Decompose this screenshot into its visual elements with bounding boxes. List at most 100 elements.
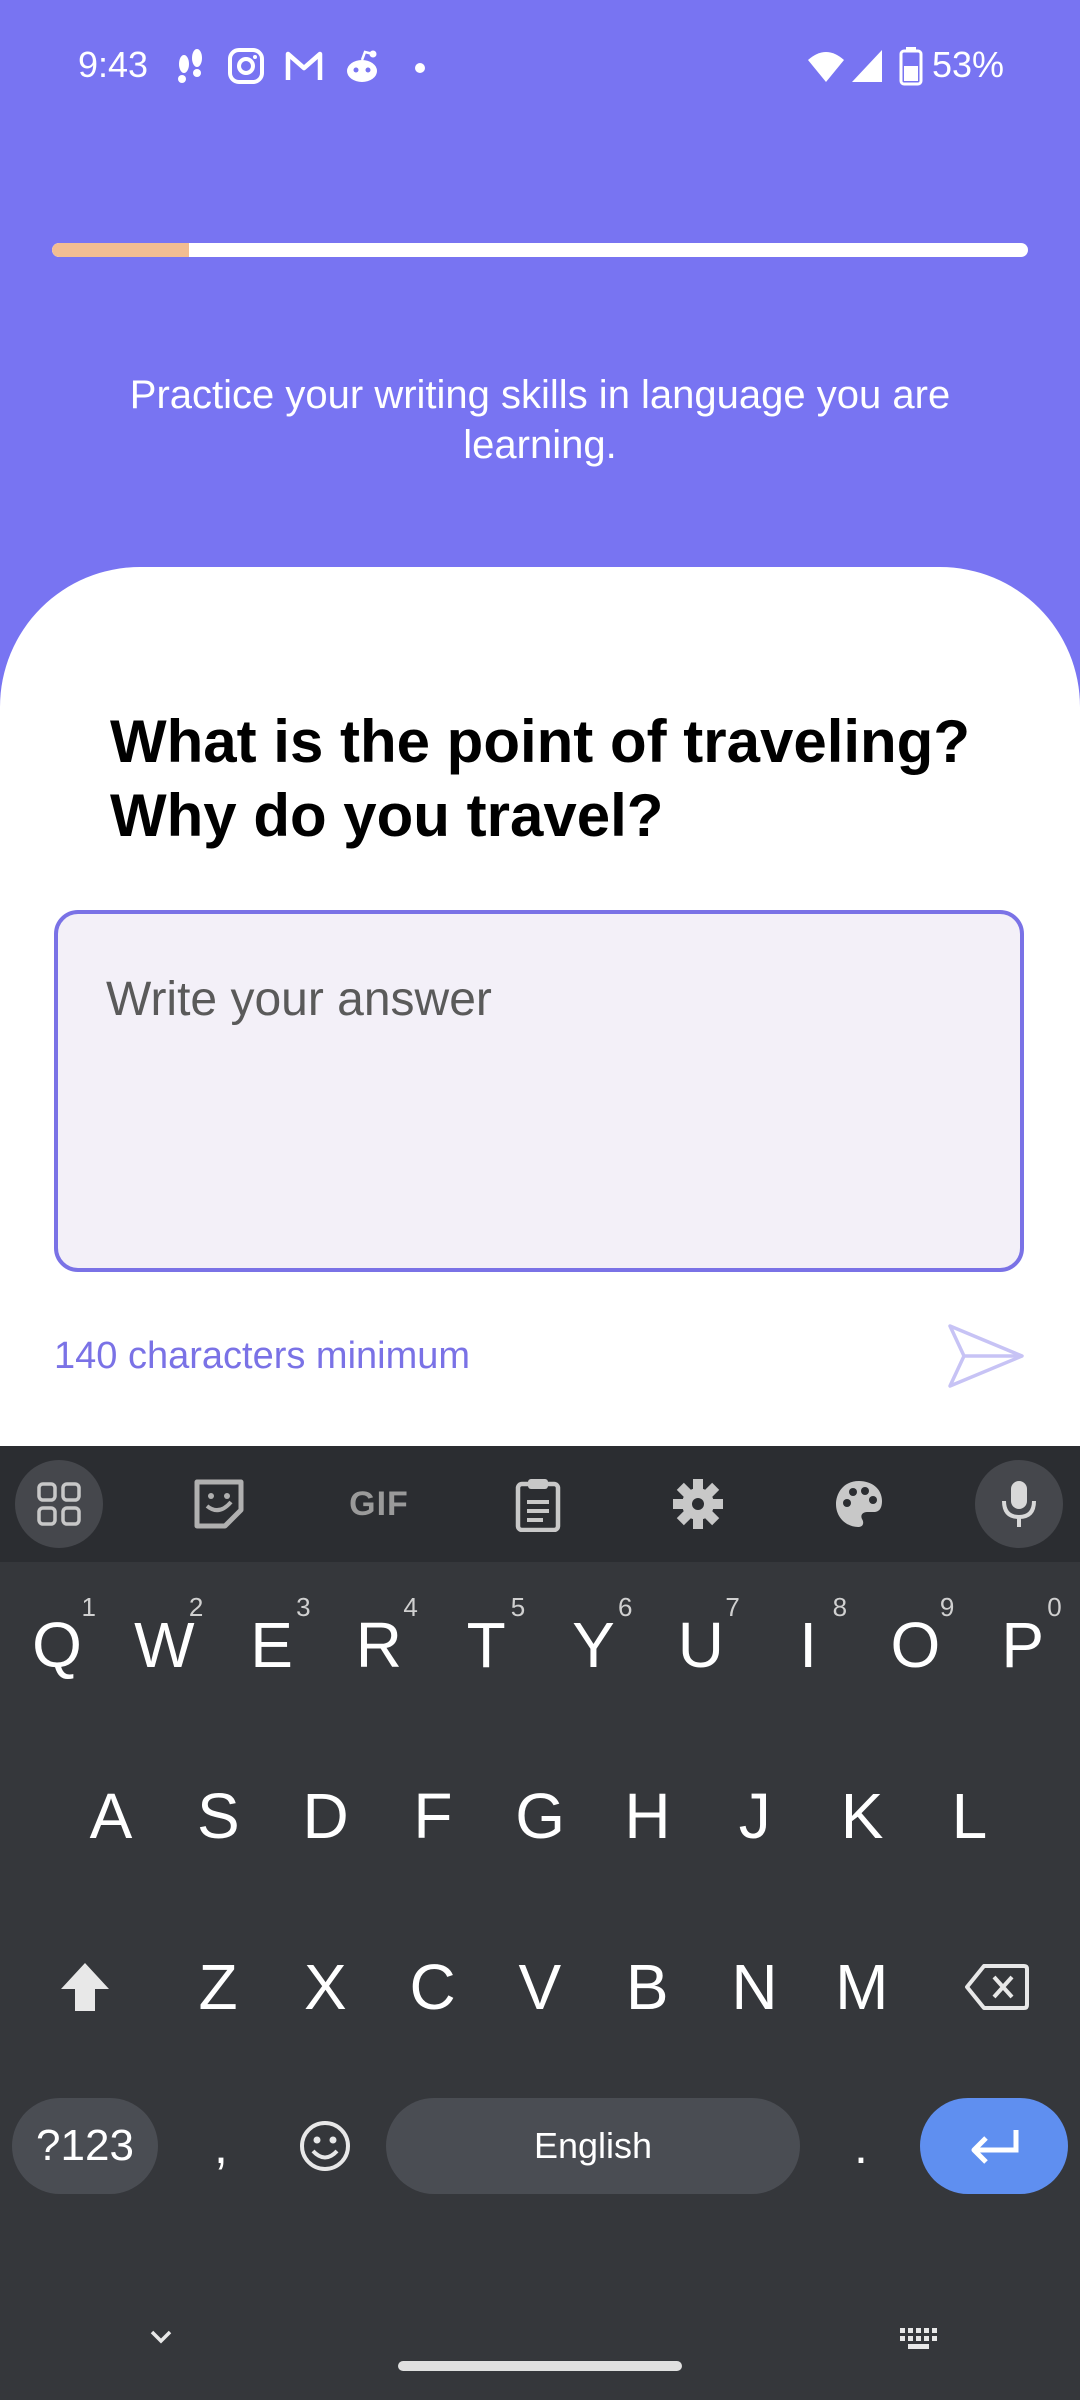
key-x[interactable]: X bbox=[272, 1912, 378, 2062]
key-s[interactable]: S bbox=[165, 1741, 271, 1891]
key-number-hint: 2 bbox=[188, 1592, 204, 1622]
apps-grid-button[interactable] bbox=[15, 1460, 103, 1548]
key-label: B bbox=[625, 1951, 669, 2023]
hide-keyboard-button[interactable] bbox=[136, 2320, 186, 2356]
emoji-icon bbox=[300, 2121, 350, 2171]
key-n[interactable]: N bbox=[702, 1912, 808, 2062]
key-h[interactable]: H bbox=[595, 1741, 701, 1891]
key-number-hint: 8 bbox=[832, 1592, 848, 1622]
key-p[interactable]: P0 bbox=[970, 1570, 1076, 1720]
signal-icon bbox=[852, 50, 882, 82]
emoji-key[interactable] bbox=[272, 2071, 378, 2221]
wifi-icon bbox=[808, 52, 844, 82]
key-m[interactable]: M bbox=[809, 1912, 915, 2062]
shift-key[interactable] bbox=[32, 1912, 138, 2062]
key-label: G bbox=[515, 1780, 566, 1852]
key-t[interactable]: T5 bbox=[433, 1570, 539, 1720]
comma-key[interactable]: , bbox=[168, 2071, 274, 2221]
palette-icon bbox=[836, 1481, 882, 1527]
period-key[interactable]: . bbox=[808, 2071, 914, 2221]
key-label: H bbox=[624, 1780, 671, 1852]
settings-gear-icon bbox=[673, 1479, 723, 1529]
keyboard-icon bbox=[900, 2328, 937, 2349]
microphone-icon bbox=[1002, 1481, 1036, 1527]
key-j[interactable]: J bbox=[702, 1741, 808, 1891]
key-number-hint: 0 bbox=[1047, 1592, 1062, 1622]
key-u[interactable]: U7 bbox=[648, 1570, 754, 1720]
battery-percent: 53% bbox=[932, 44, 1005, 85]
question-title: What is the point of traveling? Why do y… bbox=[110, 708, 970, 849]
key-label: Q bbox=[32, 1609, 82, 1681]
answer-input[interactable] bbox=[58, 914, 1020, 1268]
gesture-nav-handle[interactable] bbox=[398, 2361, 682, 2371]
sticker-icon bbox=[194, 1479, 244, 1529]
key-label: W bbox=[134, 1609, 195, 1681]
key-label: E bbox=[250, 1609, 293, 1681]
gif-button[interactable]: GIF bbox=[334, 1460, 424, 1548]
gmail-icon bbox=[285, 51, 323, 80]
key-v[interactable]: V bbox=[487, 1912, 593, 2062]
status-bar: 9:43 53% bbox=[0, 0, 1080, 130]
key-label: O bbox=[890, 1609, 941, 1681]
min-characters-hint: 140 characters minimum bbox=[54, 1335, 471, 1377]
key-label: X bbox=[303, 1951, 347, 2023]
key-label: K bbox=[840, 1780, 884, 1852]
key-g[interactable]: G bbox=[487, 1741, 593, 1891]
key-c[interactable]: C bbox=[380, 1912, 486, 2062]
apps-grid-icon bbox=[37, 1482, 81, 1526]
key-o[interactable]: O9 bbox=[862, 1570, 968, 1720]
key-label: A bbox=[89, 1780, 133, 1852]
key-label: N bbox=[731, 1951, 778, 2023]
key-label: Y bbox=[572, 1609, 615, 1681]
key-f[interactable]: F bbox=[380, 1741, 486, 1891]
key-label: C bbox=[409, 1951, 456, 2023]
key-a[interactable]: A bbox=[58, 1741, 164, 1891]
key-w[interactable]: W2 bbox=[111, 1570, 217, 1720]
gif-label: GIF bbox=[349, 1484, 409, 1523]
key-b[interactable]: B bbox=[594, 1912, 700, 2062]
progress-fill bbox=[52, 243, 189, 257]
clipboard-icon bbox=[515, 1479, 561, 1532]
key-k[interactable]: K bbox=[809, 1741, 915, 1891]
key-number-hint: 1 bbox=[81, 1592, 96, 1622]
keyboard-switch-button[interactable] bbox=[894, 2322, 946, 2358]
key-number-hint: 6 bbox=[618, 1592, 633, 1622]
key-label: U bbox=[677, 1609, 724, 1681]
enter-key[interactable] bbox=[920, 2098, 1068, 2194]
key-d[interactable]: D bbox=[273, 1741, 379, 1891]
answer-box[interactable] bbox=[54, 910, 1024, 1272]
backspace-icon bbox=[965, 1964, 1029, 2010]
key-label: I bbox=[799, 1609, 817, 1681]
key-label: S bbox=[196, 1780, 240, 1852]
key-label: T bbox=[466, 1609, 506, 1681]
key-y[interactable]: Y6 bbox=[541, 1570, 647, 1720]
sticker-button[interactable] bbox=[175, 1460, 263, 1548]
key-number-hint: 3 bbox=[296, 1592, 311, 1622]
key-e[interactable]: E3 bbox=[219, 1570, 325, 1720]
voice-input-button[interactable] bbox=[975, 1460, 1063, 1548]
settings-button[interactable] bbox=[654, 1460, 742, 1548]
space-key[interactable]: English bbox=[386, 2098, 800, 2194]
chevron-down-icon bbox=[150, 2330, 172, 2344]
key-label: L bbox=[951, 1780, 988, 1852]
theme-button[interactable] bbox=[815, 1460, 903, 1548]
key-i[interactable]: I8 bbox=[755, 1570, 861, 1720]
key-number-hint: 5 bbox=[510, 1592, 526, 1622]
dot-icon bbox=[415, 63, 425, 73]
key-l[interactable]: L bbox=[916, 1741, 1022, 1891]
send-icon bbox=[948, 1324, 1024, 1388]
send-button[interactable] bbox=[944, 1318, 1028, 1394]
symbols-key[interactable]: ?123 bbox=[12, 2098, 158, 2194]
key-label: P bbox=[1001, 1609, 1045, 1681]
shift-arrow-icon bbox=[61, 1963, 109, 2011]
key-label: V bbox=[518, 1951, 562, 2023]
key-r[interactable]: R4 bbox=[326, 1570, 432, 1720]
backspace-key[interactable] bbox=[944, 1912, 1050, 2062]
clipboard-button[interactable] bbox=[494, 1460, 582, 1548]
reddit-icon bbox=[347, 50, 377, 82]
page-subtitle: Practice your writing skills in language… bbox=[129, 373, 951, 467]
key-label: J bbox=[738, 1780, 771, 1852]
key-z[interactable]: Z bbox=[165, 1912, 271, 2062]
key-q[interactable]: Q1 bbox=[4, 1570, 110, 1720]
instagram-icon bbox=[228, 48, 264, 84]
